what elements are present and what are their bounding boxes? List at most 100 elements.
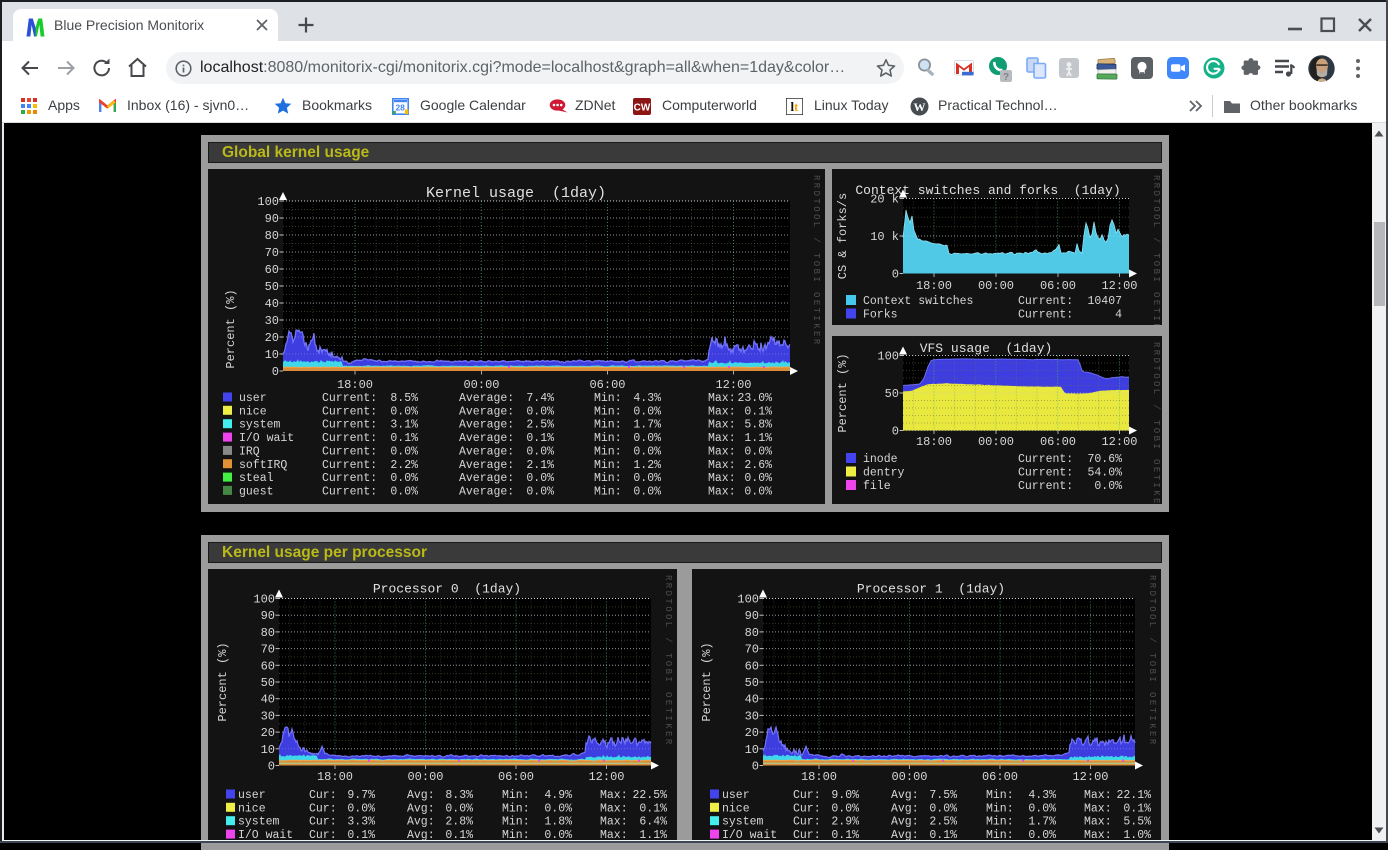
svg-text:user: user (722, 789, 750, 802)
svg-text:Current:: Current: (322, 432, 377, 445)
svg-text:0.0%: 0.0% (390, 445, 418, 458)
svg-text:0: 0 (892, 425, 899, 439)
svg-text:Current:: Current: (1018, 480, 1073, 493)
svg-text:RRDTOOL / TOBI OETIKER: RRDTOOL / TOBI OETIKER (1147, 575, 1157, 747)
svg-text:2.9%: 2.9% (831, 816, 859, 829)
svg-text:0: 0 (272, 365, 279, 379)
svg-text:Avg:: Avg: (891, 802, 919, 815)
svg-text:0.1%: 0.1% (526, 432, 554, 445)
svg-text:Forks: Forks (863, 309, 898, 322)
svg-text:Processor 0 (1day): Processor 0 (1day) (373, 582, 521, 597)
svg-text:RRDTOOL / TOBI OETIKER: RRDTOOL / TOBI OETIKER (663, 575, 673, 747)
svg-text:guest: guest (239, 485, 274, 498)
svg-text:28: 28 (395, 103, 405, 113)
svg-text:Current:: Current: (322, 405, 377, 418)
svg-text:?: ? (1003, 72, 1009, 83)
svg-text:100: 100 (257, 195, 279, 209)
svg-text:0.0%: 0.0% (390, 405, 418, 418)
svg-text:IRQ: IRQ (239, 445, 260, 458)
svg-text:1.2%: 1.2% (633, 459, 661, 472)
svg-text:0: 0 (892, 268, 899, 282)
svg-text:I/O wait: I/O wait (239, 432, 294, 445)
svg-text:18:00: 18:00 (916, 435, 952, 449)
svg-text:Max:: Max: (708, 485, 736, 498)
svg-text:60: 60 (745, 659, 759, 673)
svg-text:Min:: Min: (594, 459, 622, 472)
svg-text:Current:: Current: (322, 485, 377, 498)
svg-text:0.0%: 0.0% (1094, 480, 1122, 493)
svg-text:1.8%: 1.8% (544, 816, 572, 829)
svg-text:2.5%: 2.5% (526, 419, 554, 432)
svg-text:Current:: Current: (322, 459, 377, 472)
svg-text:Min:: Min: (594, 485, 622, 498)
svg-text:10: 10 (745, 743, 759, 757)
svg-text:Current:: Current: (1018, 467, 1073, 480)
svg-text:Current:: Current: (322, 445, 377, 458)
svg-text:Avg:: Avg: (891, 789, 919, 802)
svg-text:100: 100 (253, 593, 275, 607)
svg-text:60: 60 (261, 659, 275, 673)
svg-text:Cur:: Cur: (309, 816, 337, 829)
svg-text:80: 80 (745, 626, 759, 640)
svg-text:Min:: Min: (594, 405, 622, 418)
svg-text:user: user (239, 392, 267, 405)
svg-text:Average:: Average: (459, 459, 514, 472)
svg-text:30: 30 (745, 709, 759, 723)
svg-text:Max:: Max: (1084, 802, 1112, 815)
svg-text:Percent (%): Percent (%) (836, 353, 850, 432)
svg-text:nice: nice (722, 802, 750, 815)
svg-text:80: 80 (265, 229, 279, 243)
svg-text:20: 20 (261, 726, 275, 740)
svg-text:Min:: Min: (594, 419, 622, 432)
svg-text:23.0%: 23.0% (737, 392, 772, 405)
svg-text:4.3%: 4.3% (633, 392, 661, 405)
svg-text:8.3%: 8.3% (445, 789, 473, 802)
svg-text:06:00: 06:00 (1040, 279, 1076, 293)
svg-text:0.0%: 0.0% (929, 802, 957, 815)
svg-text:Current:: Current: (1018, 453, 1073, 466)
svg-text:0.1%: 0.1% (1123, 802, 1151, 815)
svg-text:0.0%: 0.0% (633, 472, 661, 485)
svg-text:0.0%: 0.0% (347, 802, 375, 815)
svg-text:80: 80 (261, 626, 275, 640)
svg-text:Processor 1 (1day): Processor 1 (1day) (857, 582, 1005, 597)
svg-text:0.1%: 0.1% (744, 405, 772, 418)
svg-text:5.8%: 5.8% (744, 419, 772, 432)
svg-text:4.3%: 4.3% (1028, 789, 1056, 802)
svg-text:Min:: Min: (594, 472, 622, 485)
svg-text:06:00: 06:00 (498, 770, 534, 784)
svg-text:2.8%: 2.8% (445, 816, 473, 829)
svg-text:0.0%: 0.0% (390, 472, 418, 485)
svg-text:Avg:: Avg: (407, 789, 435, 802)
svg-text:00:00: 00:00 (978, 435, 1014, 449)
svg-text:Average:: Average: (459, 405, 514, 418)
svg-text:54.0%: 54.0% (1087, 467, 1122, 480)
svg-text:22.5%: 22.5% (632, 789, 667, 802)
svg-text:06:00: 06:00 (1040, 435, 1076, 449)
svg-text:Average:: Average: (459, 445, 514, 458)
svg-text:50: 50 (885, 387, 899, 401)
svg-text:1.7%: 1.7% (1028, 816, 1056, 829)
svg-text:0.0%: 0.0% (633, 405, 661, 418)
svg-text:Current:: Current: (322, 472, 377, 485)
svg-text:RRDTOOL / TOBI OETIKER: RRDTOOL / TOBI OETIKER (1151, 175, 1161, 325)
svg-text:Cur:: Cur: (793, 789, 821, 802)
svg-text:12:00: 12:00 (1101, 435, 1137, 449)
svg-text:5.5%: 5.5% (1123, 816, 1151, 829)
svg-text:9.0%: 9.0% (831, 789, 859, 802)
svg-text:Cur:: Cur: (309, 789, 337, 802)
svg-text:Min:: Min: (594, 432, 622, 445)
svg-text:Max:: Max: (708, 405, 736, 418)
svg-text:50: 50 (265, 280, 279, 294)
svg-text:00:00: 00:00 (891, 770, 927, 784)
svg-text:0.0%: 0.0% (744, 445, 772, 458)
svg-text:20 k: 20 k (870, 193, 899, 207)
svg-text:0.0%: 0.0% (633, 485, 661, 498)
svg-text:06:00: 06:00 (589, 378, 625, 392)
svg-text:30: 30 (261, 709, 275, 723)
svg-text:Average:: Average: (459, 472, 514, 485)
svg-text:Current:: Current: (1018, 295, 1073, 308)
svg-text:Min:: Min: (502, 789, 530, 802)
svg-text:softIRQ: softIRQ (239, 459, 287, 472)
svg-text:4.9%: 4.9% (544, 789, 572, 802)
